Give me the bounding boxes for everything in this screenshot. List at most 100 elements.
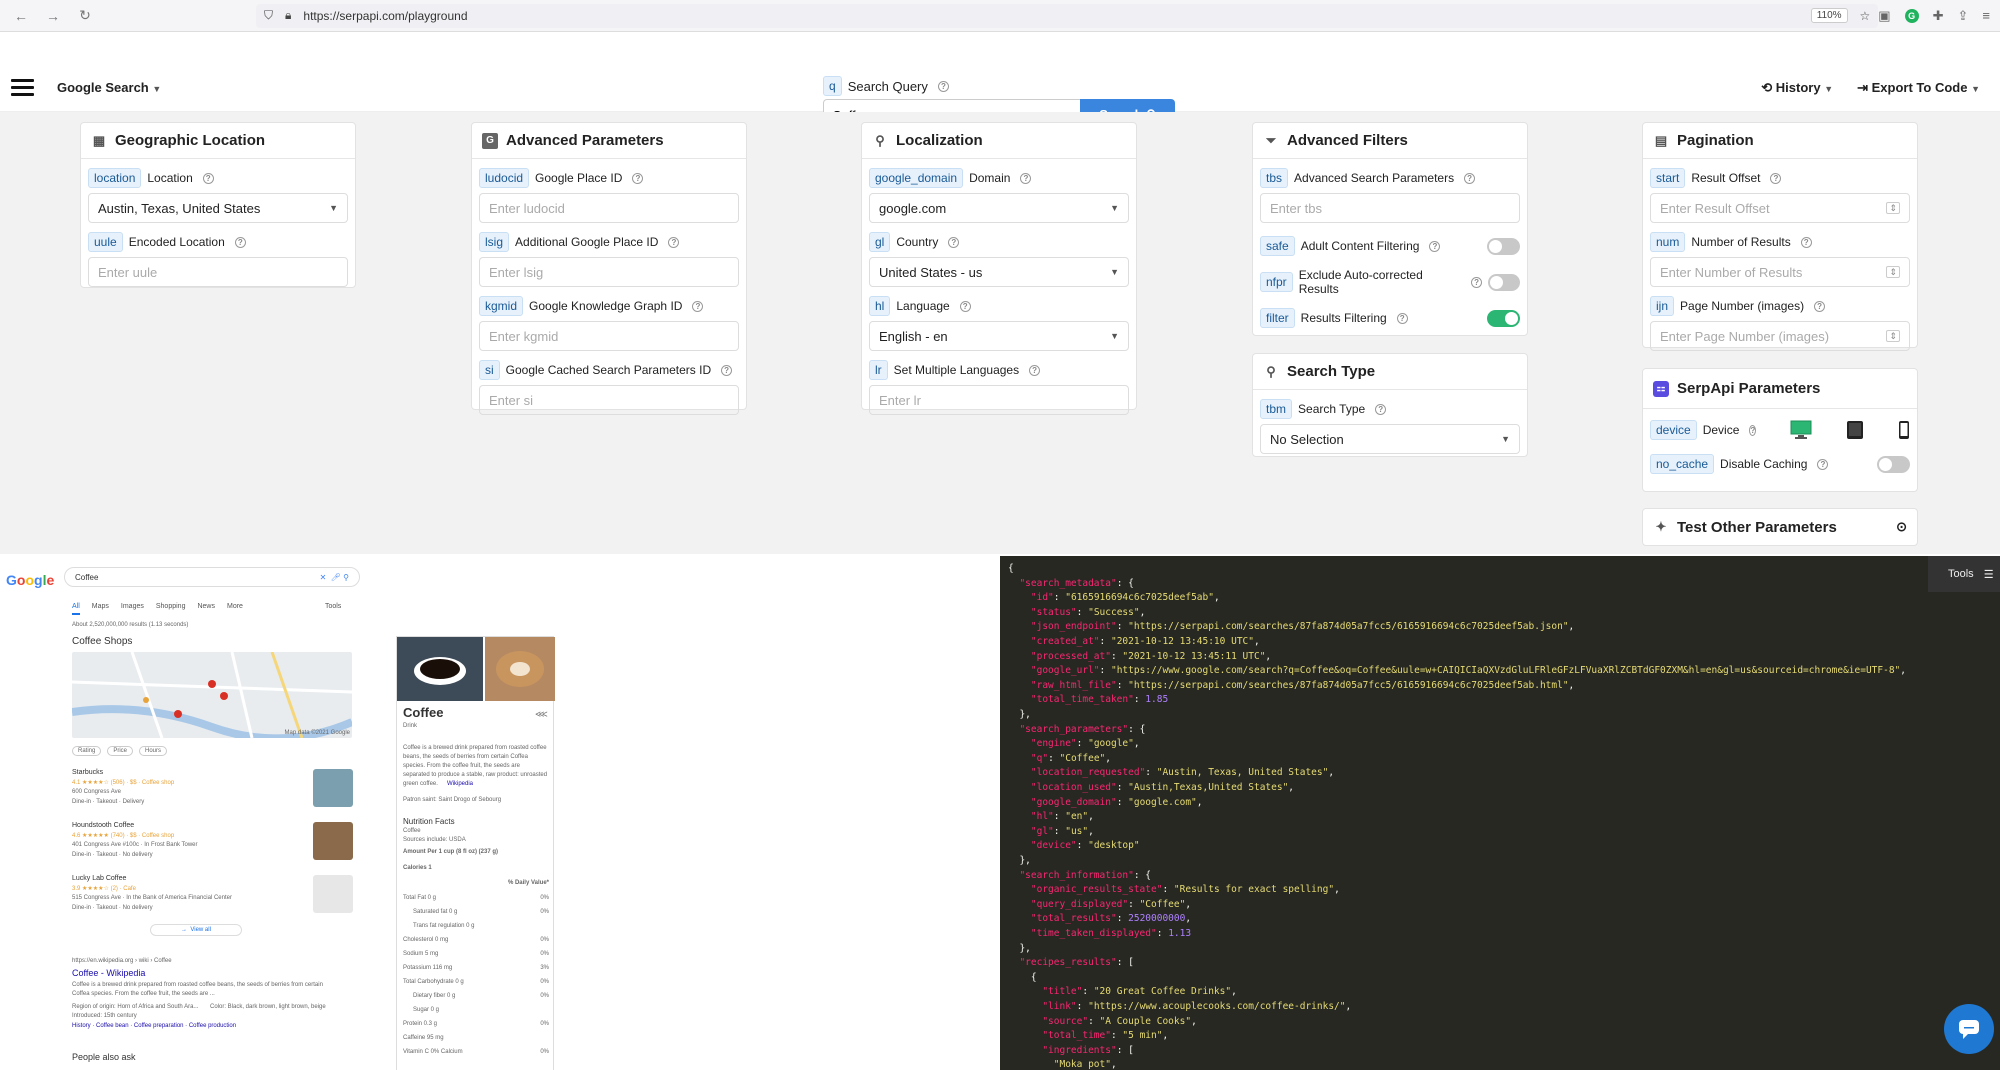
history-menu[interactable]: ⟲ History ▼ [1761,80,1833,96]
filter-price[interactable]: Price [107,746,134,756]
help-icon[interactable]: ? [234,236,246,248]
country-select[interactable]: United States - us ▼ [869,257,1129,287]
help-icon[interactable]: ? [1375,403,1387,415]
extensions-icon[interactable]: ✚ [1933,8,1944,24]
wiki-sitelinks[interactable]: History · Coffee bean · Coffee preparati… [72,1023,236,1029]
shield-icon[interactable]: ⛉ [264,8,273,23]
google-search-box[interactable]: Coffee ✕ 🎤︎ ⚲ [64,567,360,587]
num-input[interactable]: Enter Number of Results ⇕ [1650,257,1910,287]
filter-rating[interactable]: Rating [72,746,102,756]
query-tag: q [823,76,842,96]
spinner-icon[interactable]: ⇕ [1886,202,1900,214]
local-map[interactable]: Map data ©2021 Google [71,651,354,743]
reload-icon[interactable]: ↻ [74,7,96,24]
mic-search-icons[interactable]: ✕ 🎤︎ ⚲ [320,573,349,582]
help-icon[interactable]: ? [959,300,971,312]
json-token: "created_at" [1030,636,1100,647]
address-bar[interactable]: ⛉ 🔒︎ https://serpapi.com/playground 110%… [256,3,1879,28]
help-icon[interactable]: ? [948,236,960,248]
tab-news[interactable]: News [197,603,215,615]
ludocid-input[interactable]: Enter ludocid [479,193,739,223]
json-token: : { [1133,869,1152,881]
filter-hours[interactable]: Hours [139,746,168,756]
kp-wiki-link[interactable]: Wikipedia [447,781,473,787]
bookmark-star-icon[interactable]: ☆ [1860,9,1871,23]
mobile-device-icon[interactable] [1898,419,1910,441]
json-token: 1.85 [1145,694,1169,706]
help-icon[interactable]: ? [1396,312,1408,324]
help-icon[interactable]: ? [1464,172,1476,184]
zoom-level[interactable]: 110% [1810,8,1848,23]
help-icon[interactable]: ? [1020,172,1032,184]
help-icon[interactable]: ? [1770,172,1782,184]
help-icon[interactable]: ? [721,364,733,376]
tab-maps[interactable]: Maps [92,603,109,615]
help-icon[interactable]: ? [1814,300,1826,312]
json-tools-button[interactable]: Tools ☰ [1928,556,2000,592]
forward-icon[interactable]: → [42,8,64,24]
ijn-input[interactable]: Enter Page Number (images) ⇕ [1650,321,1910,351]
pocket-icon[interactable]: ▣ [1878,8,1890,24]
help-icon[interactable]: ? [632,172,644,184]
back-icon[interactable]: ← [10,8,32,24]
export-menu[interactable]: ⇥ Export To Code ▼ [1857,80,1980,96]
menu-icon[interactable]: ≡ [1982,8,1990,23]
help-icon[interactable]: ? [668,236,680,248]
help-icon[interactable]: ? [1029,364,1041,376]
lsig-input[interactable]: Enter lsig [479,257,739,287]
si-input[interactable]: Enter si [479,385,739,415]
hamburger-menu-icon[interactable] [11,79,34,100]
desktop-device-icon[interactable] [1790,419,1812,441]
lr-input[interactable]: Enter lr [869,385,1129,415]
card-title: Geographic Location [115,132,266,149]
place-address: 401 Congress Ave #100c · In Frost Bank T… [72,842,198,848]
help-icon[interactable]: ? [937,80,949,92]
grammarly-icon[interactable]: G [1904,8,1919,23]
tab-shopping[interactable]: Shopping [156,603,186,615]
location-select[interactable]: Austin, Texas, United States ▼ [88,193,348,223]
share-icon[interactable]: ⇪ [1958,8,1969,24]
country-value: United States - us [879,264,983,280]
help-icon[interactable]: ? [1800,236,1812,248]
pagination-card: ▤ Pagination start Result Offset? Enter Re… [1642,122,1918,351]
help-icon[interactable]: ? [1749,424,1757,436]
help-icon[interactable]: ? [202,172,214,184]
tablet-device-icon[interactable] [1846,419,1864,441]
uule-input[interactable]: Enter uule [88,257,348,287]
language-select[interactable]: English - en ▼ [869,321,1129,351]
lock-icon[interactable]: 🔒︎ [285,8,291,23]
tab-tools[interactable]: Tools [325,603,341,615]
json-token: "Success" [1088,606,1140,618]
engine-selector[interactable]: Google Search ▼ [57,80,161,95]
json-line: "query_displayed": "Coffee", [1008,898,1191,913]
help-icon[interactable]: ? [1471,276,1482,288]
domain-select[interactable]: google.com ▼ [869,193,1129,223]
test-other-parameters-card[interactable]: ✦ Test Other Parameters ⊙ [1642,508,1918,546]
share-icon[interactable]: ⋘ [535,709,548,720]
chat-support-button[interactable] [1944,1004,1994,1054]
help-icon[interactable]: ? [1429,240,1441,252]
start-input[interactable]: Enter Result Offset ⇕ [1650,193,1910,223]
nfpr-toggle[interactable] [1487,273,1520,291]
json-results-viewer[interactable]: { "search_metadata": { "id": "6165916694… [1000,556,2000,1070]
spinner-icon[interactable]: ⇕ [1886,330,1900,342]
nutrition-row-label: Cholesterol 0 mg [403,937,449,943]
kgmid-input[interactable]: Enter kgmid [479,321,739,351]
search-type-select[interactable]: No Selection ▼ [1260,424,1520,454]
safe-toggle[interactable] [1487,237,1520,255]
wiki-result-title[interactable]: Coffee - Wikipedia [72,968,145,978]
filter-toggle[interactable] [1487,309,1520,327]
chevron-down-icon[interactable]: ⊙ [1896,519,1907,535]
json-token: "google.com" [1128,796,1197,808]
help-icon[interactable]: ? [692,300,704,312]
view-all-button[interactable]: → View all [150,924,242,936]
spinner-icon[interactable]: ⇕ [1886,266,1900,278]
no-cache-toggle[interactable] [1877,455,1910,473]
help-icon[interactable]: ? [1817,458,1829,470]
tab-images[interactable]: Images [121,603,144,615]
nutrition-row-pct: 0% [540,909,549,915]
tbs-input[interactable]: Enter tbs [1260,193,1520,223]
tab-more[interactable]: More [227,603,243,615]
tab-all[interactable]: All [72,603,80,615]
